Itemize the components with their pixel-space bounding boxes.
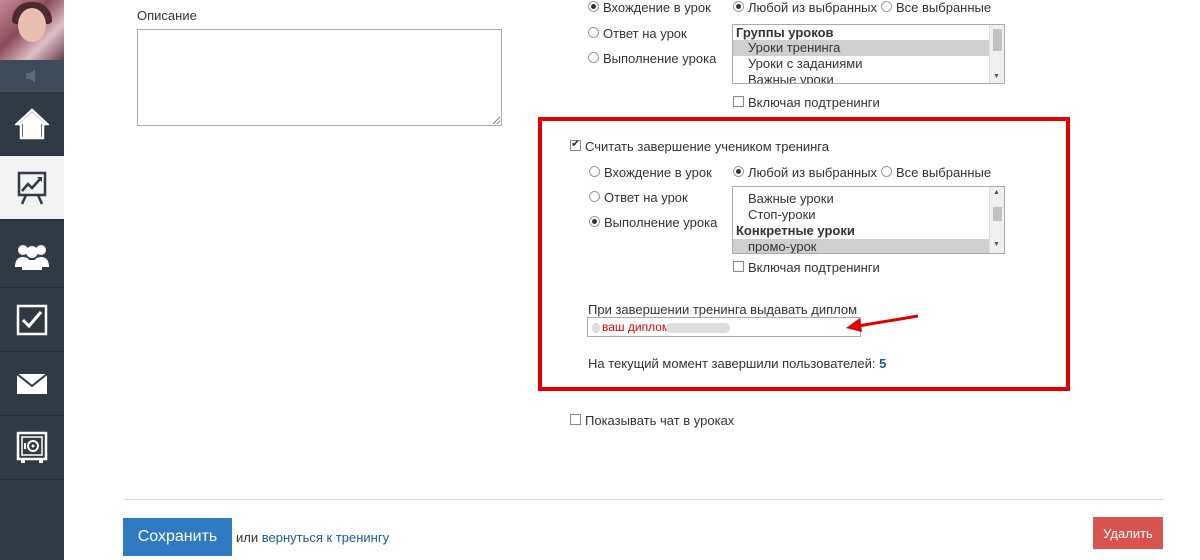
description-label: Описание — [137, 8, 197, 23]
chevron-down-icon[interactable]: ▼ — [993, 73, 1000, 80]
listbox-scrollbar[interactable]: ▲ ▼ — [989, 187, 1004, 253]
top-include-subtrainings-checkbox[interactable] — [733, 96, 744, 107]
save-button[interactable]: Сохранить — [123, 518, 232, 556]
checkbox-icon — [16, 304, 48, 335]
top-radio-complete[interactable] — [588, 52, 599, 63]
main-content: Описание Вхождение в урок Ответ на урок … — [64, 0, 1200, 560]
mail-icon — [16, 372, 48, 394]
list-item[interactable]: Важные уроки — [733, 191, 989, 207]
description-textarea[interactable] — [137, 29, 502, 126]
radio-all-label: Все выбранные — [896, 165, 992, 180]
sidebar-item-trainings[interactable] — [0, 156, 64, 220]
include-subtrainings-label: Включая подтренинги — [748, 260, 880, 275]
sidebar-item-messages[interactable] — [0, 352, 64, 416]
list-item[interactable]: Уроки с заданиями — [733, 56, 989, 72]
chevron-down-icon[interactable]: ▼ — [993, 241, 1000, 248]
top-radio-any[interactable] — [733, 1, 744, 12]
users-icon — [15, 244, 49, 270]
completed-users-count[interactable]: 5 — [879, 356, 886, 371]
count-completion-label: Считать завершение учеником тренинга — [585, 139, 829, 154]
speaker-bar[interactable] — [0, 60, 64, 92]
footer-divider — [124, 499, 1164, 500]
sidebar — [0, 0, 64, 560]
footer-back-text: или вернуться к тренингу — [236, 530, 389, 545]
radio-any[interactable] — [733, 166, 744, 177]
sidebar-item-home[interactable] — [0, 92, 64, 156]
radio-any-label: Любой из выбранных — [748, 165, 878, 180]
list-item[interactable]: Группы уроков — [733, 25, 989, 41]
radio-answer-label: Ответ на урок — [604, 190, 688, 205]
safe-icon — [16, 431, 48, 463]
diploma-field[interactable]: ваш диплом — [587, 317, 861, 337]
sidebar-item-tasks[interactable] — [0, 288, 64, 352]
radio-entry[interactable] — [589, 166, 600, 177]
radio-complete-label: Выполнение урока — [604, 215, 718, 230]
sidebar-item-users[interactable] — [0, 224, 64, 288]
top-radio-all-label: Все выбранные — [896, 0, 992, 15]
sidebar-item-settings[interactable] — [0, 416, 64, 480]
chevron-up-icon[interactable]: ▲ — [993, 189, 1000, 196]
or-text: или — [236, 530, 259, 545]
list-item[interactable]: Стоп-уроки — [733, 207, 989, 223]
delete-button[interactable]: Удалить — [1093, 517, 1163, 549]
chart-board-icon — [17, 171, 47, 205]
radio-entry-label: Вхождение в урок — [604, 165, 712, 180]
top-radio-all[interactable] — [881, 1, 892, 12]
home-icon — [15, 107, 49, 139]
completed-users-text: На текущий момент завершили пользователе… — [588, 356, 886, 371]
highlight-frame — [538, 117, 1070, 391]
completion-lessons-listbox[interactable]: Важные уроки Стоп-уроки Конкретные уроки… — [732, 186, 1005, 254]
include-subtrainings-checkbox[interactable] — [733, 261, 744, 272]
listbox-scrollbar[interactable]: ▼ — [989, 25, 1004, 83]
top-radio-entry[interactable] — [588, 1, 599, 12]
top-radio-answer[interactable] — [588, 27, 599, 38]
show-chat-label: Показывать чат в уроках — [585, 413, 735, 428]
radio-answer[interactable] — [589, 191, 600, 202]
diploma-value: ваш диплом — [602, 320, 671, 334]
list-item[interactable]: Важные уроки — [733, 72, 989, 83]
top-radio-any-label: Любой из выбранных — [748, 0, 878, 15]
radio-complete[interactable] — [589, 216, 600, 227]
count-completion-checkbox[interactable] — [570, 137, 581, 151]
diploma-label: При завершении тренинга выдавать диплом — [588, 302, 858, 317]
list-item[interactable]: Конкретные уроки — [733, 223, 989, 239]
avatar[interactable] — [0, 0, 64, 60]
top-lessons-listbox[interactable]: Группы уроков Уроки тренинга Уроки с зад… — [732, 24, 1005, 84]
radio-all[interactable] — [881, 166, 892, 177]
speaker-icon — [26, 69, 35, 83]
back-to-training-link[interactable]: вернуться к тренингу — [262, 530, 389, 545]
show-chat-checkbox[interactable] — [570, 414, 581, 425]
list-item[interactable]: промо-урок — [733, 239, 989, 253]
top-radio-entry-label: Вхождение в урок — [603, 0, 711, 15]
top-radio-answer-label: Ответ на урок — [603, 26, 687, 41]
completed-users-label: На текущий момент завершили пользователе… — [588, 356, 876, 371]
pointer-arrow — [846, 314, 919, 332]
list-item[interactable]: Уроки тренинга — [733, 40, 989, 56]
top-radio-complete-label: Выполнение урока — [603, 51, 717, 66]
top-include-subtrainings-label: Включая подтренинги — [748, 95, 880, 110]
